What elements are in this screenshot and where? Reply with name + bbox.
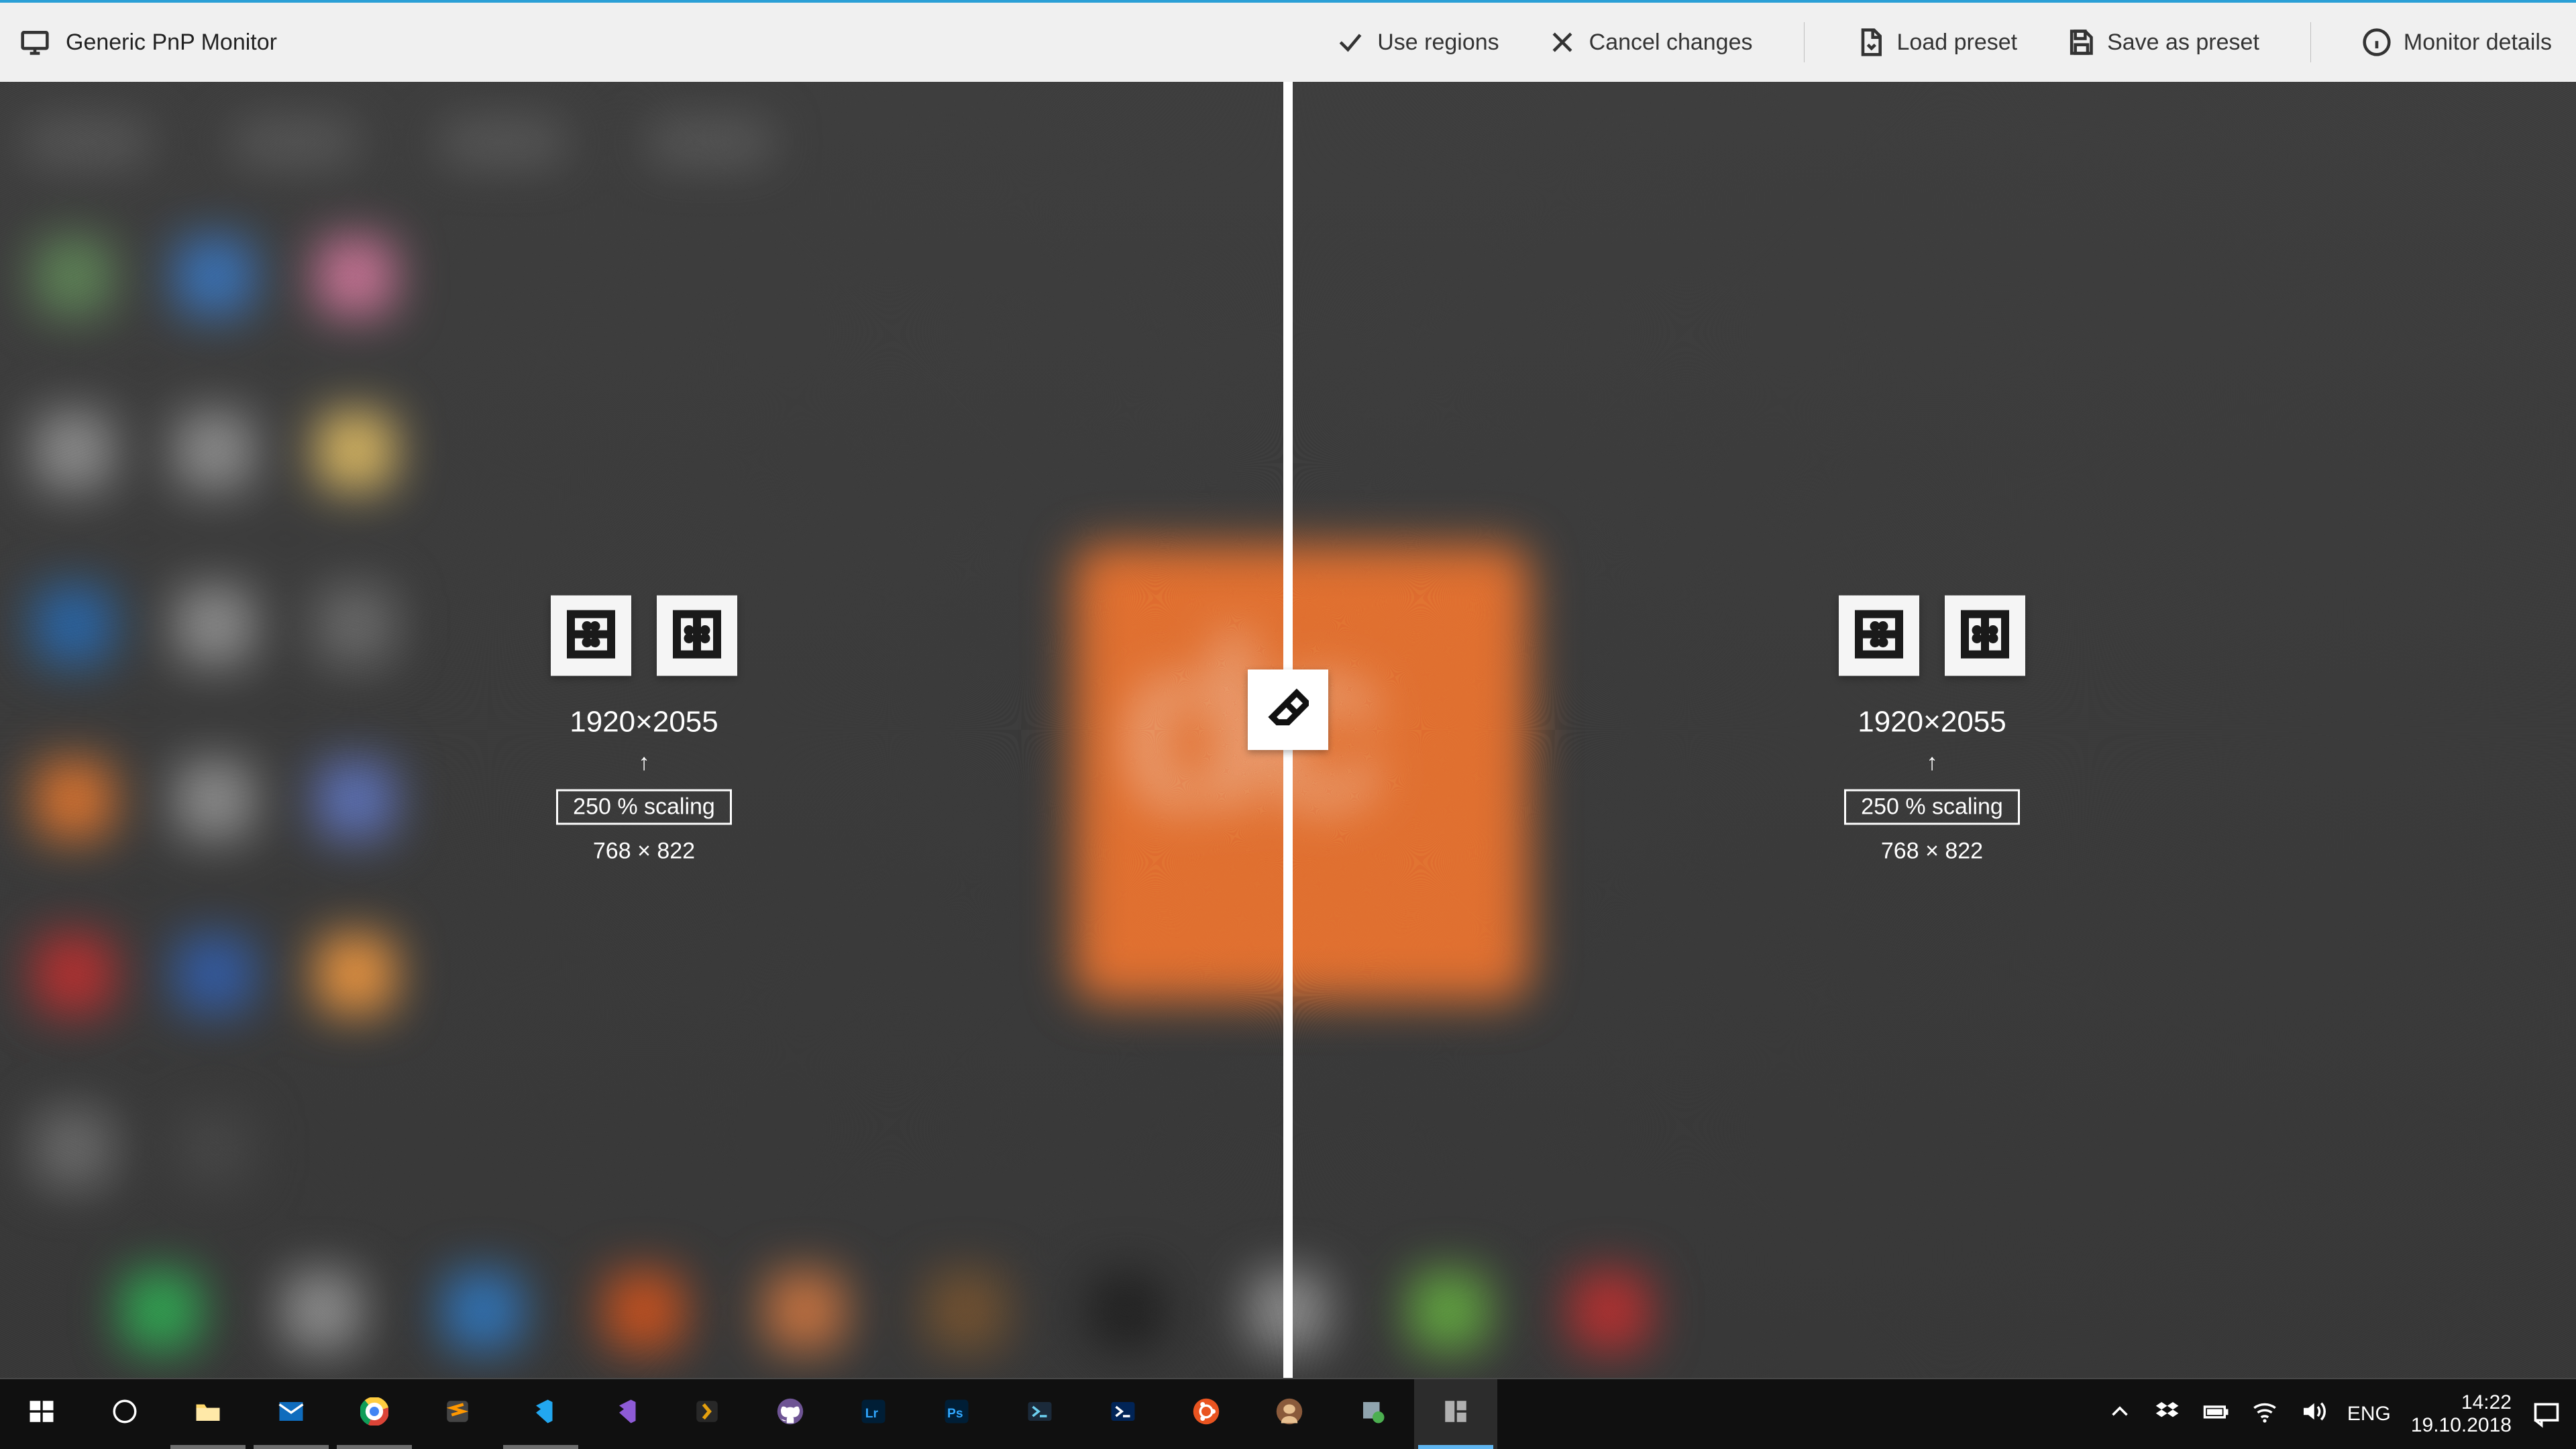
taskbar-time: 14:22 bbox=[2461, 1391, 2512, 1415]
powershell-icon bbox=[1109, 1397, 1137, 1431]
taskbar-date: 19.10.2018 bbox=[2411, 1414, 2512, 1438]
eraser-icon bbox=[1267, 688, 1309, 733]
avatar-icon bbox=[1275, 1397, 1303, 1431]
tool-icon bbox=[1358, 1397, 1387, 1431]
file-explorer-button[interactable] bbox=[166, 1379, 250, 1449]
region-physical-resolution: 1920×2055 bbox=[1858, 706, 2006, 739]
lightroom-button[interactable]: Lr bbox=[832, 1379, 915, 1449]
file-load-icon bbox=[1856, 28, 1885, 57]
remove-split-button[interactable] bbox=[1248, 669, 1328, 750]
split-vertical-button[interactable] bbox=[1945, 596, 2025, 676]
save-icon bbox=[2065, 28, 2095, 57]
split-horizontal-button[interactable] bbox=[551, 596, 631, 676]
app-button[interactable] bbox=[1248, 1379, 1331, 1449]
plex-button[interactable] bbox=[665, 1379, 749, 1449]
load-preset-label: Load preset bbox=[1897, 30, 2018, 56]
github-icon bbox=[776, 1397, 804, 1431]
cancel-changes-button[interactable]: Cancel changes bbox=[1523, 3, 1777, 82]
use-regions-label: Use regions bbox=[1377, 30, 1499, 56]
arrow-up-icon: ↑ bbox=[1927, 750, 1938, 776]
dropbox-tray-icon[interactable] bbox=[2154, 1397, 2182, 1431]
chrome-button[interactable] bbox=[333, 1379, 416, 1449]
app-topbar: Generic PnP Monitor Use regions Cancel c… bbox=[0, 0, 2576, 82]
start-button[interactable] bbox=[0, 1379, 83, 1449]
split-vertical-button[interactable] bbox=[657, 596, 737, 676]
wifi-tray-icon[interactable] bbox=[2251, 1397, 2279, 1431]
visual-studio-button[interactable] bbox=[582, 1379, 665, 1449]
monitor-icon bbox=[20, 28, 50, 57]
info-icon bbox=[2362, 28, 2392, 57]
visual-studio-icon bbox=[610, 1397, 638, 1431]
use-regions-button[interactable]: Use regions bbox=[1311, 3, 1523, 82]
region-app-button[interactable] bbox=[1414, 1379, 1497, 1449]
volume-tray-icon[interactable] bbox=[2299, 1397, 2327, 1431]
vscode-icon bbox=[527, 1397, 555, 1431]
region-scaling-box[interactable]: 250 % scaling bbox=[1844, 790, 2020, 825]
input-language[interactable]: ENG bbox=[2347, 1403, 2391, 1426]
toolbar-separator bbox=[2310, 22, 2311, 62]
powershell-core-icon bbox=[1026, 1397, 1054, 1431]
app-button[interactable] bbox=[1331, 1379, 1414, 1449]
sublime-button[interactable] bbox=[416, 1379, 499, 1449]
arrow-up-icon: ↑ bbox=[639, 750, 650, 776]
monitor-details-button[interactable]: Monitor details bbox=[2338, 3, 2576, 82]
ubuntu-wsl-button[interactable] bbox=[1165, 1379, 1248, 1449]
system-tray[interactable] bbox=[2106, 1397, 2327, 1431]
cortana-button[interactable] bbox=[83, 1379, 166, 1449]
windows-taskbar: Lr Ps ENG bbox=[0, 1378, 2576, 1449]
region-left-info: 1920×2055 ↑ 250 % scaling 768 × 822 bbox=[551, 596, 737, 865]
battery-tray-icon[interactable] bbox=[2202, 1397, 2231, 1431]
folder-icon bbox=[194, 1397, 222, 1431]
load-preset-button[interactable]: Load preset bbox=[1831, 3, 2042, 82]
region-logical-resolution: 768 × 822 bbox=[1881, 839, 1983, 865]
action-center-button[interactable] bbox=[2532, 1399, 2561, 1429]
vscode-button[interactable] bbox=[499, 1379, 582, 1449]
ubuntu-icon bbox=[1192, 1397, 1220, 1431]
split-vertical-icon bbox=[1961, 610, 2009, 661]
split-horizontal-icon bbox=[567, 610, 615, 661]
region-canvas[interactable]: dc bbox=[0, 82, 2576, 1378]
photoshop-icon: Ps bbox=[943, 1397, 971, 1431]
region-right-info: 1920×2055 ↑ 250 % scaling 768 × 822 bbox=[1839, 596, 2025, 865]
region-physical-resolution: 1920×2055 bbox=[570, 706, 718, 739]
mail-icon bbox=[277, 1397, 305, 1431]
svg-text:Lr: Lr bbox=[865, 1407, 879, 1421]
tray-chevron-up-icon[interactable] bbox=[2106, 1397, 2134, 1431]
windows-logo-icon bbox=[28, 1397, 56, 1431]
region-scaling-box[interactable]: 250 % scaling bbox=[556, 790, 732, 825]
close-icon bbox=[1548, 28, 1577, 57]
chrome-icon bbox=[360, 1397, 388, 1431]
lightroom-icon: Lr bbox=[859, 1397, 888, 1431]
split-horizontal-icon bbox=[1855, 610, 1903, 661]
cancel-changes-label: Cancel changes bbox=[1589, 30, 1753, 56]
sublime-icon bbox=[443, 1397, 472, 1431]
taskbar-clock[interactable]: 14:22 19.10.2018 bbox=[2411, 1391, 2512, 1438]
save-preset-label: Save as preset bbox=[2107, 30, 2259, 56]
region-logical-resolution: 768 × 822 bbox=[593, 839, 695, 865]
photoshop-button[interactable]: Ps bbox=[915, 1379, 998, 1449]
check-icon bbox=[1336, 28, 1365, 57]
monitor-details-label: Monitor details bbox=[2404, 30, 2552, 56]
toolbar-separator bbox=[1804, 22, 1805, 62]
save-preset-button[interactable]: Save as preset bbox=[2041, 3, 2284, 82]
svg-text:Ps: Ps bbox=[947, 1407, 963, 1421]
split-horizontal-button[interactable] bbox=[1839, 596, 1919, 676]
github-button[interactable] bbox=[749, 1379, 832, 1449]
mail-app-button[interactable] bbox=[250, 1379, 333, 1449]
monitor-name: Generic PnP Monitor bbox=[66, 30, 277, 56]
powershell-button[interactable] bbox=[1081, 1379, 1165, 1449]
split-vertical-icon bbox=[673, 610, 721, 661]
cortana-circle-icon bbox=[111, 1397, 139, 1431]
plex-icon bbox=[693, 1397, 721, 1431]
powershell-core-button[interactable] bbox=[998, 1379, 1081, 1449]
monitor-title-section: Generic PnP Monitor bbox=[0, 28, 277, 57]
region-grid-icon bbox=[1442, 1397, 1470, 1431]
